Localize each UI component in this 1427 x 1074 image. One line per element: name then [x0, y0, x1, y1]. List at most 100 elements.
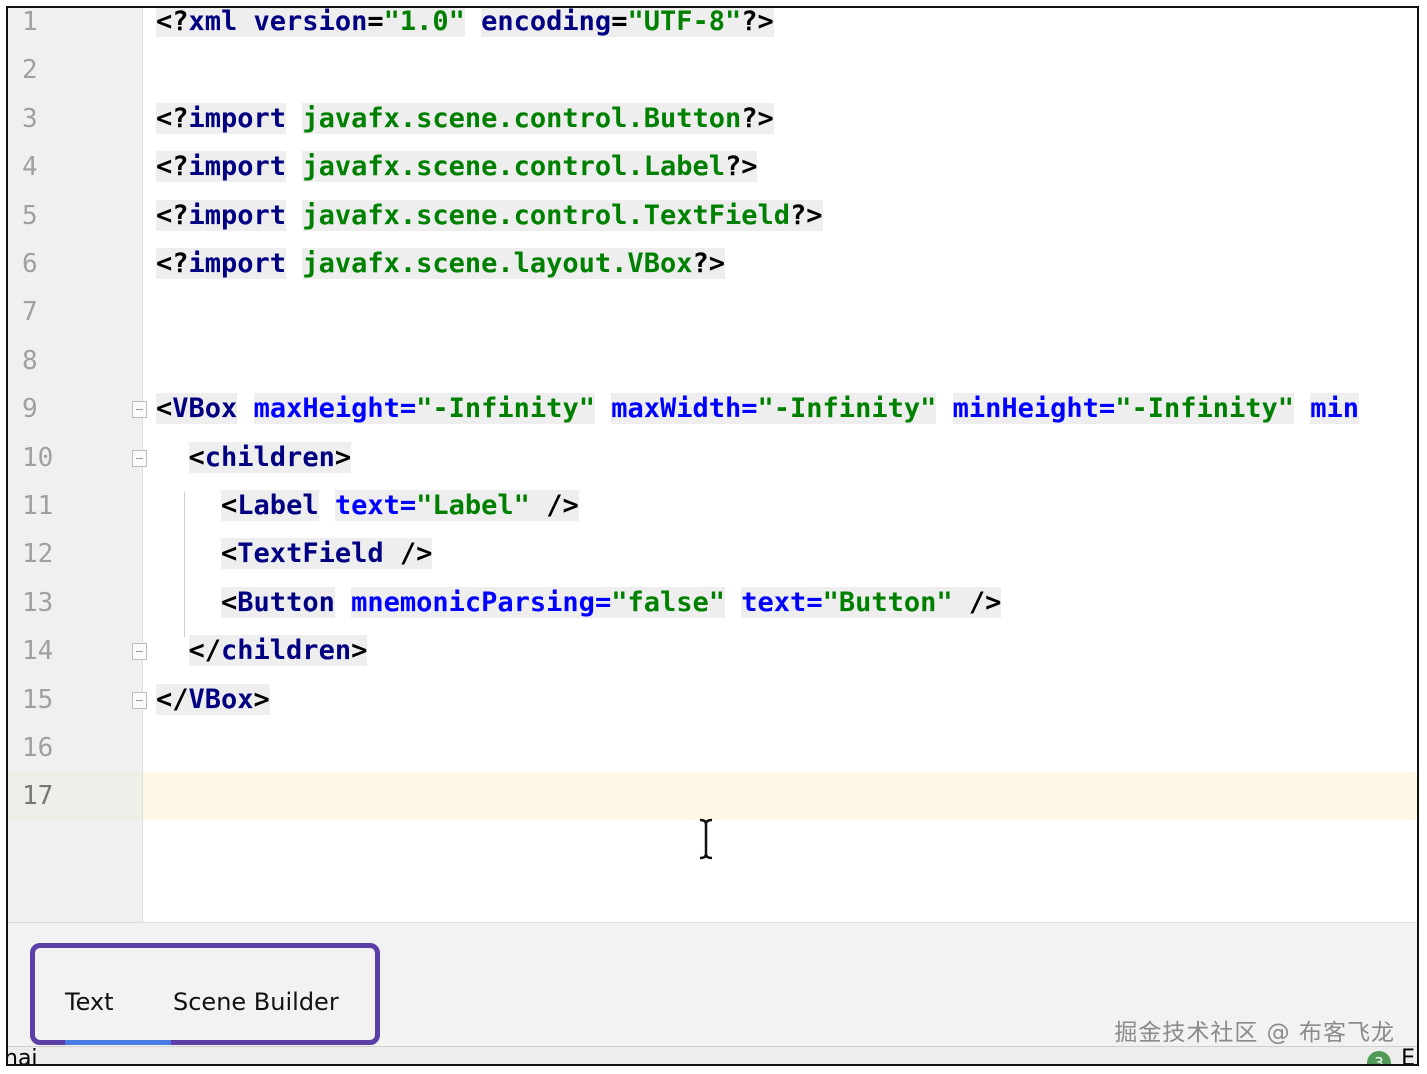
- code-token: "UTF-8": [627, 6, 742, 37]
- code-token: <?: [156, 248, 189, 279]
- code-token: "Button": [822, 586, 953, 618]
- code-token: <?: [156, 199, 189, 231]
- indent-guide: [184, 492, 185, 638]
- code-token: "-Infinity": [1115, 393, 1294, 425]
- line-number: 13: [22, 587, 54, 618]
- tab-text[interactable]: Text: [65, 988, 114, 1016]
- code-token: import: [188, 102, 287, 134]
- line-number: 4: [22, 152, 38, 183]
- code-token: />: [952, 586, 1002, 618]
- code-token: <?: [156, 102, 189, 134]
- code-token: </: [156, 683, 189, 715]
- line-number: 12: [22, 539, 54, 570]
- code-token: "1.0": [383, 6, 465, 37]
- fold-toggle-icon[interactable]: [132, 691, 147, 709]
- code-token: Label: [237, 490, 319, 521]
- line-number: 15: [22, 684, 54, 715]
- tab-scene-builder[interactable]: Scene Builder: [173, 988, 339, 1016]
- ide-editor-window: 1 <?xml version="1.0" encoding="UTF-8"?> 2…: [6, 6, 1419, 1066]
- line-number: 2: [22, 55, 38, 86]
- code-token: text: [741, 586, 807, 618]
- code-token: javafx.scene.control.Label: [302, 151, 725, 183]
- code-token: mnemonicParsing: [351, 586, 595, 618]
- code-token: children: [221, 635, 352, 667]
- code-token: maxWidth: [611, 393, 742, 425]
- code-token: encoding: [481, 6, 612, 37]
- line-number: 17: [22, 781, 54, 812]
- code-token: =: [806, 586, 823, 618]
- line-number: 10: [22, 442, 54, 473]
- notification-badge[interactable]: 3: [1367, 1051, 1391, 1064]
- code-token: ?>: [790, 199, 823, 231]
- code-token: javafx.scene.layout.VBox: [302, 248, 693, 279]
- code-line[interactable]: <?xml version="1.0" encoding="UTF-8"?>: [156, 6, 774, 46]
- code-token: <?: [156, 151, 189, 183]
- fold-toggle-icon[interactable]: [132, 643, 147, 661]
- status-right-text: E: [1401, 1046, 1415, 1066]
- code-line[interactable]: <Label text="Label" />: [156, 482, 579, 530]
- code-line[interactable]: <Button mnemonicParsing="false" text="Bu…: [156, 579, 1002, 627]
- code-line[interactable]: <?import javafx.scene.control.Label?>: [156, 143, 758, 191]
- code-token: />: [529, 490, 579, 521]
- code-line[interactable]: <children>: [156, 434, 352, 482]
- line-number: 5: [22, 200, 38, 231]
- code-token: =: [399, 490, 417, 521]
- line-number: 1: [22, 7, 38, 37]
- code-token: import: [188, 199, 287, 231]
- code-line[interactable]: <?import javafx.scene.control.Button?>: [156, 95, 774, 143]
- fold-toggle-icon[interactable]: [132, 401, 147, 419]
- code-token: >: [253, 683, 270, 715]
- code-line[interactable]: </VBox>: [156, 676, 270, 724]
- code-token: =: [594, 586, 612, 618]
- code-token: maxHeight: [253, 393, 400, 425]
- code-line[interactable]: <VBox maxHeight="-Infinity" maxWidth="-I…: [156, 385, 1360, 433]
- fold-toggle-icon[interactable]: [132, 449, 147, 467]
- code-token: =: [399, 393, 417, 425]
- code-token: <: [221, 586, 238, 618]
- line-number: 16: [22, 733, 54, 763]
- code-token: ?>: [741, 102, 774, 134]
- code-token: "-Infinity": [416, 393, 595, 425]
- editor-mode-tabs-highlight: Text Scene Builder: [30, 943, 380, 1045]
- code-token: <: [188, 441, 205, 473]
- watermark-text: 掘金技术社区 @ 布客飞龙: [1114, 1020, 1395, 1046]
- code-token: VBox: [172, 393, 238, 425]
- code-token: javafx.scene.control.Button: [302, 102, 742, 134]
- active-tab-indicator: [65, 1040, 171, 1045]
- text-cursor-icon: [699, 818, 713, 860]
- code-line[interactable]: <?import javafx.scene.layout.VBox?>: [156, 240, 725, 288]
- code-token: <: [156, 393, 173, 425]
- line-number: 9: [22, 394, 38, 425]
- code-token: >: [334, 441, 352, 473]
- code-token: <: [221, 538, 238, 570]
- code-line[interactable]: </children>: [156, 627, 368, 675]
- code-token: import: [188, 248, 287, 279]
- status-left-text: hai: [6, 1046, 38, 1066]
- code-token: xml version: [188, 6, 368, 37]
- code-token: ?>: [724, 151, 758, 183]
- code-token: Button: [237, 586, 335, 618]
- line-number: 6: [22, 249, 38, 279]
- code-token: "Label": [416, 490, 530, 521]
- code-token: VBox: [188, 683, 254, 715]
- code-token: =: [741, 393, 758, 425]
- code-line[interactable]: <TextField />: [156, 530, 433, 578]
- code-token: "false": [611, 586, 726, 618]
- code-token: >: [351, 635, 368, 667]
- code-token: javafx.scene.control.TextField: [302, 199, 790, 231]
- code-line[interactable]: <?import javafx.scene.control.TextField?…: [156, 192, 823, 240]
